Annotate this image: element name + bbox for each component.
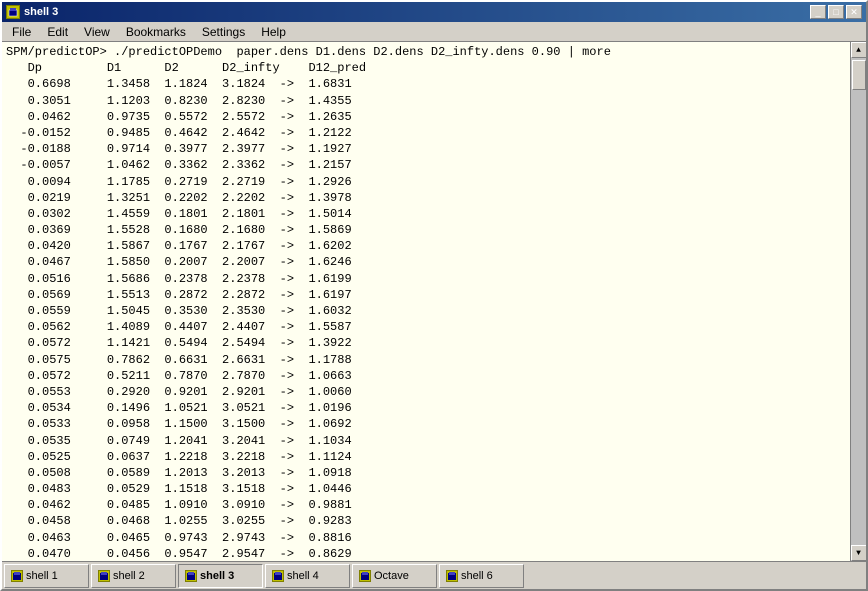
menu-item-settings[interactable]: Settings (194, 23, 253, 41)
menu-item-bookmarks[interactable]: Bookmarks (118, 23, 194, 41)
vertical-scrollbar[interactable]: ▲ ▼ (850, 42, 866, 561)
terminal-wrapper: SPM/predictOP> ./predictOPDemo paper.den… (2, 42, 866, 561)
task-icon-2 (185, 570, 197, 582)
menu-item-help[interactable]: Help (253, 23, 294, 41)
maximize-button[interactable]: □ (828, 5, 844, 19)
minimize-button[interactable]: _ (810, 5, 826, 19)
scroll-thumb[interactable] (852, 60, 866, 90)
menu-bar: FileEditViewBookmarksSettingsHelp (2, 22, 866, 42)
task-tab-shell-1[interactable]: shell 1 (4, 564, 89, 588)
scroll-up-button[interactable]: ▲ (851, 42, 867, 58)
window-title: shell 3 (24, 6, 58, 18)
menu-item-file[interactable]: File (4, 23, 39, 41)
terminal-text: SPM/predictOP> ./predictOPDemo paper.den… (6, 44, 846, 561)
terminal-content[interactable]: SPM/predictOP> ./predictOPDemo paper.den… (2, 42, 850, 561)
task-icon-5 (446, 570, 458, 582)
taskbar: shell 1 shell 2 shell 3 shell 4 Octave shell … (2, 561, 866, 589)
task-tab-shell-6[interactable]: shell 6 (439, 564, 524, 588)
task-tab-shell-2[interactable]: shell 2 (91, 564, 176, 588)
task-label-0: shell 1 (26, 570, 58, 582)
main-window: shell 3 _ □ ✕ FileEditViewBookmarksSetti… (0, 0, 868, 591)
task-icon-3 (272, 570, 284, 582)
menu-item-view[interactable]: View (76, 23, 118, 41)
task-label-2: shell 3 (200, 570, 234, 582)
title-buttons: _ □ ✕ (810, 5, 862, 19)
task-label-1: shell 2 (113, 570, 145, 582)
task-label-4: Octave (374, 570, 409, 582)
task-icon-0 (11, 570, 23, 582)
window-icon (6, 5, 20, 19)
task-tab-shell-4[interactable]: shell 4 (265, 564, 350, 588)
task-tab-octave[interactable]: Octave (352, 564, 437, 588)
task-icon-4 (359, 570, 371, 582)
scroll-down-button[interactable]: ▼ (851, 545, 867, 561)
task-icon-1 (98, 570, 110, 582)
task-tab-shell-3[interactable]: shell 3 (178, 564, 263, 588)
close-button[interactable]: ✕ (846, 5, 862, 19)
menu-item-edit[interactable]: Edit (39, 23, 76, 41)
title-bar-left: shell 3 (6, 5, 58, 19)
scroll-track[interactable] (851, 58, 866, 545)
title-bar: shell 3 _ □ ✕ (2, 2, 866, 22)
task-label-5: shell 6 (461, 570, 493, 582)
task-label-3: shell 4 (287, 570, 319, 582)
